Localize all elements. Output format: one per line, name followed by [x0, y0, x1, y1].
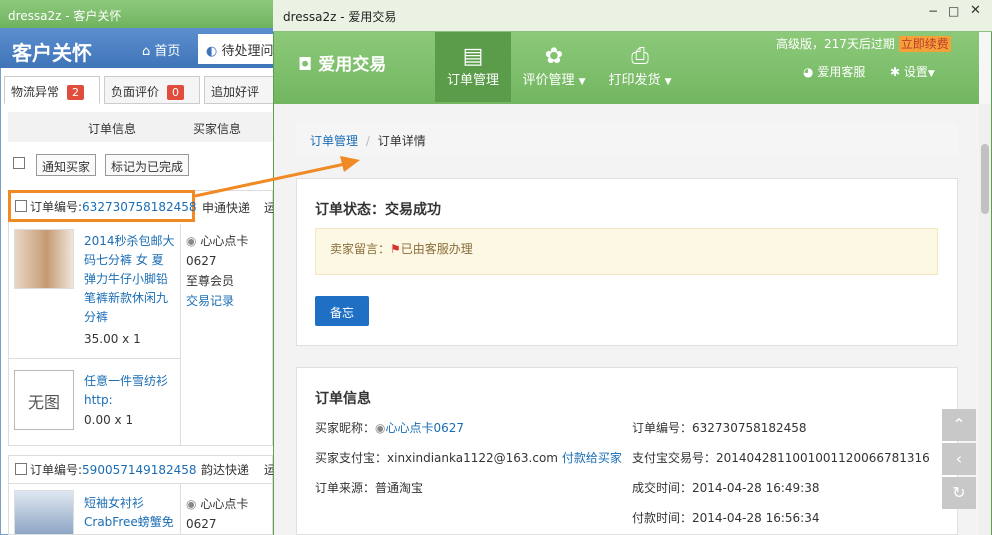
service-icon: ◕ — [803, 65, 814, 79]
clipboard-icon: ▤ — [462, 44, 484, 69]
buyer-nickname-row: 买家昵称：◉心心点卡0627 — [315, 421, 465, 435]
nav-review-management[interactable]: ✿ 评价管理 ▼ — [516, 32, 592, 102]
divider — [8, 358, 180, 359]
buyer-avatar-icon: ◉ — [375, 421, 386, 435]
order-number-link[interactable]: 590057149182458 — [82, 463, 197, 477]
product-thumbnail[interactable] — [14, 229, 74, 289]
seller-note-box: 卖家留言：⚑已由客服办理 — [315, 228, 938, 275]
tab-negative[interactable]: 负面评价 0 — [104, 76, 200, 104]
renew-link[interactable]: 立即续费 — [898, 36, 951, 52]
shipping-company: 申通快递 — [202, 201, 251, 215]
breadcrumb: 订单管理 / 订单详情 — [296, 122, 958, 156]
flag-icon: ⚑ — [390, 242, 401, 256]
home-icon: ⌂ — [142, 44, 151, 59]
buyer-avatar-icon: ◉ — [186, 497, 197, 511]
printer-icon: ⎙ — [631, 44, 649, 69]
order-checkbox[interactable] — [15, 200, 27, 212]
trade-record-link[interactable]: 交易记录 — [186, 291, 248, 311]
divider — [180, 224, 181, 446]
app-logo: ◘ 爱用交易 — [298, 55, 387, 75]
order-source-row: 订单来源：普通淘宝 — [315, 481, 424, 495]
pay-buyer-link[interactable]: 付款给买家 — [562, 451, 622, 465]
buyer-nickname-link[interactable]: 心心点卡0627 — [386, 421, 465, 435]
product-title-2[interactable]: 任意一件雪纺衫 http: — [84, 372, 168, 410]
pending-icon: ◐ — [206, 44, 218, 59]
buyer-info: ◉ 心心点卡 0627 至尊会员 交易记录 — [186, 231, 248, 311]
back-window-title: dressa2z - 客户关怀 — [8, 9, 122, 23]
alipay-trade-no-row: 支付宝交易号：2014042811001001120066781316 — [632, 451, 930, 465]
scrollbar-thumb[interactable] — [981, 144, 989, 214]
nav-print-ship[interactable]: ⎙ 打印发货 ▼ — [602, 32, 678, 102]
shipping-company: 韵达快递 — [201, 463, 250, 477]
back-button[interactable]: ‹ — [942, 443, 976, 475]
breadcrumb-orders[interactable]: 订单管理 — [310, 134, 358, 148]
order-number: 订单编号:590057149182458 — [30, 463, 197, 477]
flower-icon: ✿ — [544, 44, 564, 69]
customer-service-link[interactable]: ◕ 爱用客服 — [803, 63, 865, 80]
logo-icon: ◘ — [298, 55, 313, 75]
close-icon[interactable]: ✕ — [970, 3, 981, 18]
product-thumbnail[interactable] — [14, 490, 74, 535]
divider — [8, 483, 273, 484]
subscription-info: 高级版，217天后过期 立即续费 — [776, 36, 951, 52]
product-price-1: 35.00 x 1 — [84, 332, 141, 346]
count-badge: 2 — [67, 85, 85, 100]
scroll-top-button[interactable]: ⌃ — [942, 409, 976, 441]
chevron-down-icon: ▼ — [578, 77, 586, 87]
divider — [180, 484, 181, 535]
order-checkbox[interactable] — [15, 463, 27, 475]
order-number-link[interactable]: 632730758182458 — [82, 200, 197, 214]
home-link[interactable]: ⌂ 首页 — [142, 40, 180, 59]
pay-time-row: 付款时间：2014-04-28 16:56:34 — [632, 511, 820, 525]
vertical-scrollbar[interactable] — [979, 104, 991, 535]
count-badge: 0 — [167, 85, 185, 100]
product-title-3[interactable]: 短袖女衬衫 CrabFree螃蟹免 — [84, 494, 174, 532]
product-title-1[interactable]: 2014秒杀包邮大 码七分裤 女 夏 弹力牛仔小脚铅 笔裤新款休闲九 分裤 — [84, 232, 176, 327]
chevron-down-icon: ▼ — [927, 69, 935, 79]
order-no-row: 订单编号：632730758182458 — [632, 421, 807, 435]
nav-order-management[interactable]: ▤ 订单管理 — [435, 32, 511, 102]
buyer-avatar-icon: ◉ — [186, 234, 197, 248]
memo-button[interactable]: 备忘 — [315, 296, 369, 326]
order-status-title: 订单状态：交易成功 — [315, 202, 441, 218]
refresh-button[interactable]: ↻ — [942, 477, 976, 509]
gear-icon: ✱ — [890, 65, 901, 79]
select-all-checkbox[interactable] — [13, 157, 25, 169]
maximize-button[interactable]: □ — [948, 4, 959, 18]
no-image-placeholder: 无图 — [14, 370, 74, 430]
customer-care-title: 客户关怀 — [12, 41, 92, 65]
settings-menu[interactable]: ✱ 设置▼ — [890, 63, 935, 80]
mark-complete-button[interactable]: 标记为已完成 — [105, 154, 190, 176]
front-window-title: dressa2z - 爱用交易 — [283, 10, 397, 24]
breadcrumb-current: 订单详情 — [377, 134, 426, 148]
deal-time-row: 成交时间：2014-04-28 16:49:38 — [632, 481, 820, 495]
minimize-button[interactable]: − — [928, 4, 938, 18]
col-buyer-info: 买家信息 — [193, 122, 242, 136]
col-order-info: 订单信息 — [88, 122, 137, 136]
front-window-titlebar: dressa2z - 爱用交易 — [273, 0, 992, 32]
notify-buyer-button[interactable]: 通知买家 — [36, 154, 97, 176]
buyer-info: ◉ 心心点卡 0627 — [186, 497, 249, 531]
order-number: 订单编号:632730758182458 — [30, 200, 197, 214]
back-window-titlebar: dressa2z - 客户关怀 — [0, 0, 300, 28]
tab-followup[interactable]: 追加好评 — [204, 76, 274, 104]
product-price-2: 0.00 x 1 — [84, 413, 134, 427]
tab-logistics[interactable]: 物流异常 2 — [4, 76, 100, 104]
chevron-down-icon: ▼ — [664, 77, 672, 87]
order-info-title: 订单信息 — [315, 391, 371, 407]
buyer-alipay-row: 买家支付宝：xinxindianka1122@163.com 付款给买家 — [315, 451, 622, 465]
